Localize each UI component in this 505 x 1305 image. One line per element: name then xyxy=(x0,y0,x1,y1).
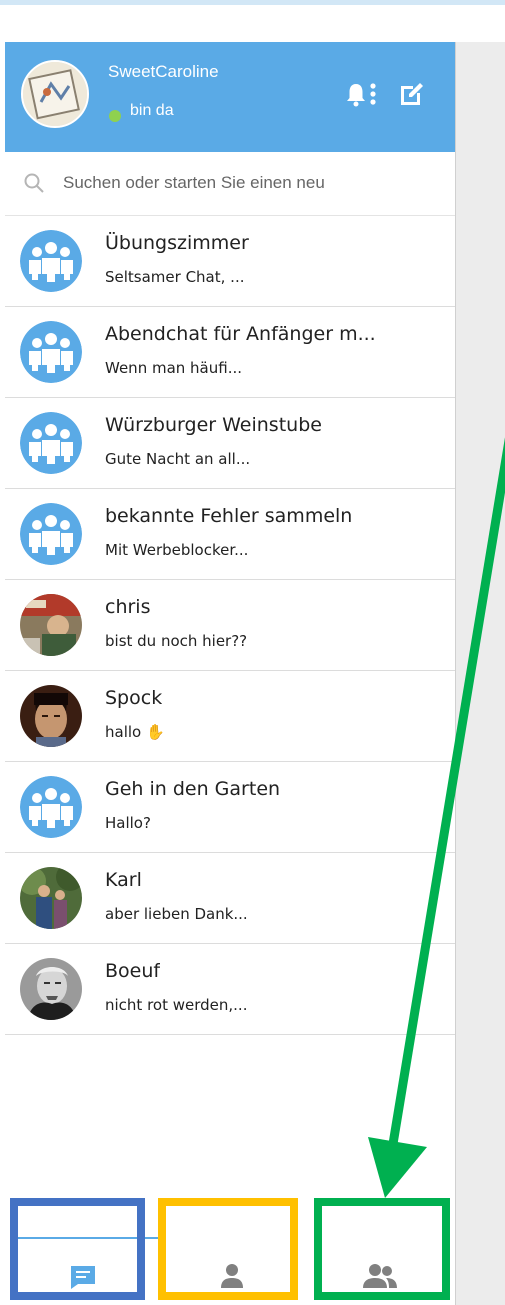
more-vertical-icon[interactable] xyxy=(365,80,381,108)
conversation-name: Spock xyxy=(105,687,163,709)
conversation-list: Übungszimmer Seltsamer Chat, ... Abendchat… xyxy=(5,216,455,1035)
highlight-chats-tab xyxy=(10,1198,145,1300)
conversation-name: Abendchat für Anfänger m... xyxy=(105,323,376,345)
search-input[interactable] xyxy=(63,166,443,200)
highlight-groups-tab xyxy=(314,1198,450,1300)
conversation-name: Geh in den Garten xyxy=(105,778,281,800)
user-avatar[interactable] xyxy=(21,60,89,128)
group-icon xyxy=(20,776,82,838)
group-icon xyxy=(20,503,82,565)
group-avatar-icon xyxy=(20,503,82,565)
conversation-name: bekannte Fehler sammeln xyxy=(105,505,353,527)
conversation-name: Übungszimmer xyxy=(105,232,249,254)
group-avatar-icon xyxy=(20,230,82,292)
group-avatar-icon xyxy=(20,776,82,838)
contact-avatar xyxy=(20,958,82,1020)
conversation-name: Würzburger Weinstube xyxy=(105,414,322,436)
conversation-item[interactable]: Boeuf nicht rot werden,... xyxy=(5,944,455,1035)
status-indicator xyxy=(109,110,121,122)
conversation-name: Boeuf xyxy=(105,960,161,982)
contact-avatar xyxy=(20,594,82,656)
conversation-preview: Wenn man häufi... xyxy=(105,359,242,377)
conversation-preview: hallo ✋ xyxy=(105,723,165,741)
conversation-item[interactable]: chris bist du noch hier?? xyxy=(5,580,455,671)
group-icon xyxy=(20,412,82,474)
conversation-name: Karl xyxy=(105,869,142,891)
conversation-preview: Hallo? xyxy=(105,814,151,832)
contact-avatar xyxy=(20,685,82,747)
conversation-preview: nicht rot werden,... xyxy=(105,996,248,1014)
top-strip xyxy=(0,0,505,42)
conversation-name: chris xyxy=(105,596,151,618)
compose-icon[interactable] xyxy=(398,80,426,108)
search-bar xyxy=(5,152,455,216)
conversation-preview: Seltsamer Chat, ... xyxy=(105,268,245,286)
group-avatar-icon xyxy=(20,412,82,474)
conversation-item[interactable]: Übungszimmer Seltsamer Chat, ... xyxy=(5,216,455,307)
conversation-item[interactable]: Abendchat für Anfänger m... Wenn man häuf… xyxy=(5,307,455,398)
conversation-item[interactable]: Würzburger Weinstube Gute Nacht an all... xyxy=(5,398,455,489)
highlight-contacts-tab xyxy=(158,1198,298,1300)
top-decoration xyxy=(0,0,505,5)
status-text[interactable]: bin da xyxy=(130,102,174,120)
conversation-item[interactable]: Geh in den Garten Hallo? xyxy=(5,762,455,853)
conversation-item[interactable]: bekannte Fehler sammeln Mit Werbeblocker.… xyxy=(5,489,455,580)
conversation-item[interactable]: Spock hallo ✋ xyxy=(5,671,455,762)
group-avatar-icon xyxy=(20,321,82,383)
username: SweetCaroline xyxy=(108,62,219,81)
conversation-preview: Mit Werbeblocker... xyxy=(105,541,249,559)
chat-sidebar: SweetCaroline bin da Suchen oder starten… xyxy=(5,42,455,1305)
search-icon xyxy=(24,173,44,193)
conversation-item[interactable]: Karl aber lieben Dank... xyxy=(5,853,455,944)
conversation-preview: Gute Nacht an all... xyxy=(105,450,251,468)
group-icon xyxy=(20,230,82,292)
contact-avatar xyxy=(20,867,82,929)
conversation-preview: aber lieben Dank... xyxy=(105,905,248,923)
group-icon xyxy=(20,321,82,383)
conversation-preview: bist du noch hier?? xyxy=(105,632,248,650)
conversation-pane-empty xyxy=(455,42,505,1305)
profile-header: SweetCaroline bin da xyxy=(5,42,455,152)
